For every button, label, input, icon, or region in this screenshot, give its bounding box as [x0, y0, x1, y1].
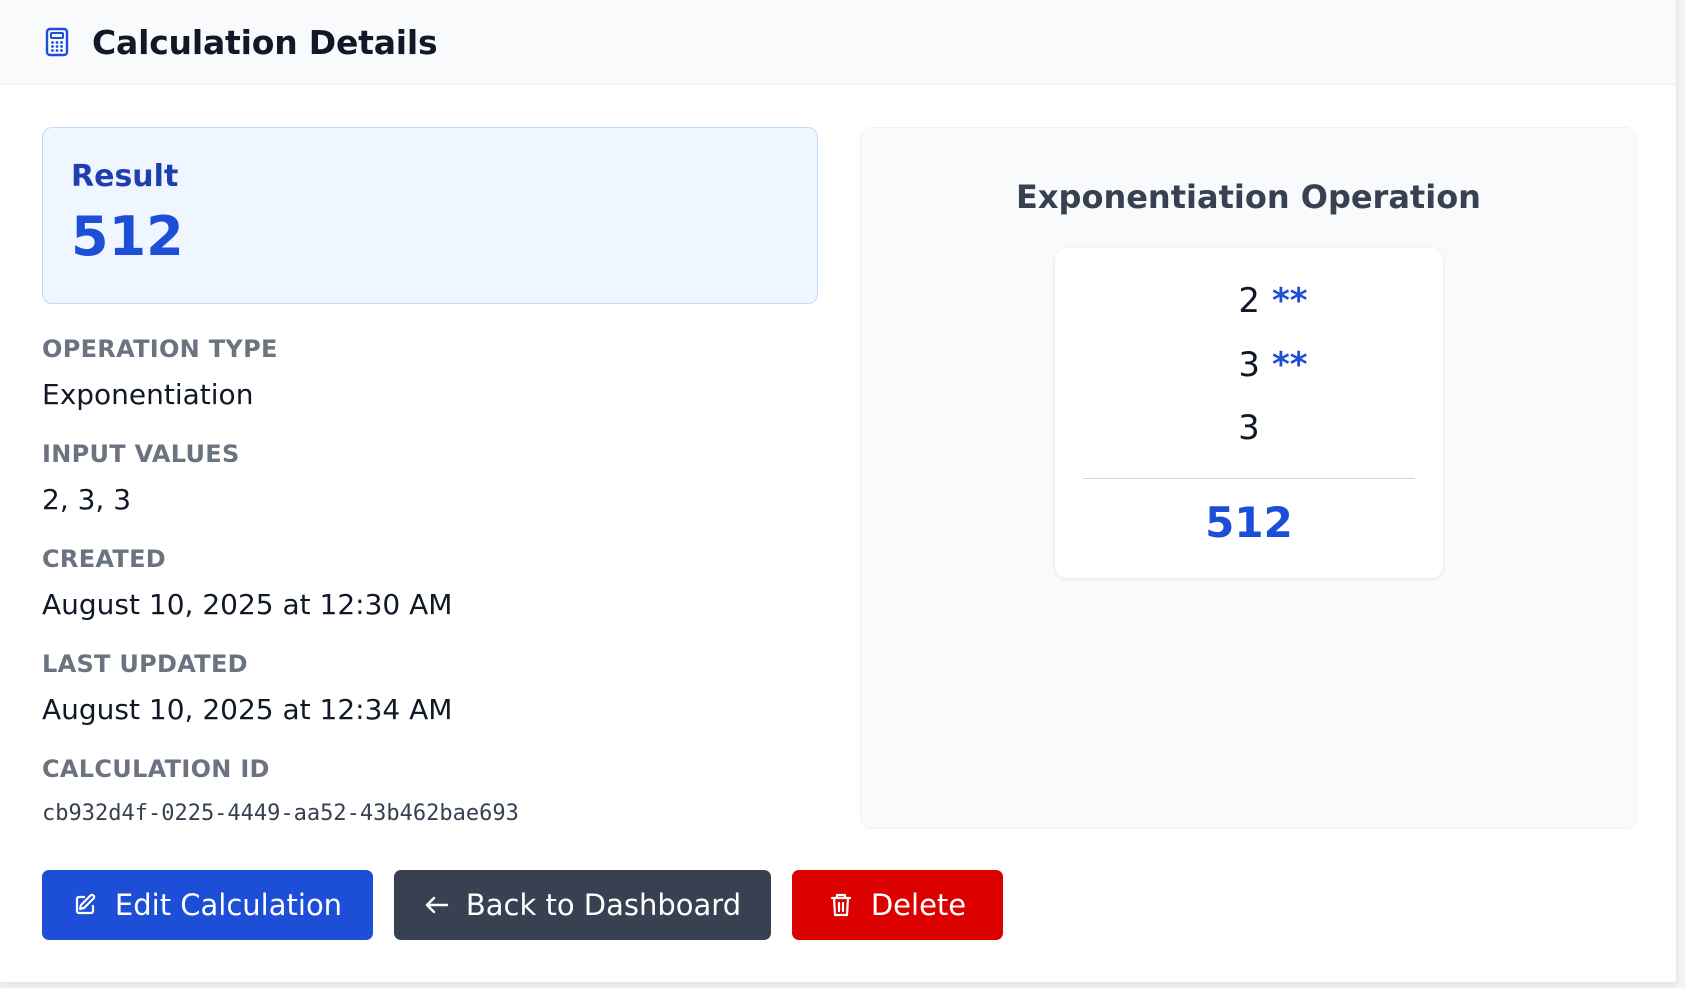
trash-icon	[829, 892, 855, 918]
operand-value: 3	[1238, 345, 1261, 385]
field-input-values: INPUT VALUES 2, 3, 3	[42, 442, 240, 514]
details-panel: Result 512 OPERATION TYPE Exponentiation…	[42, 127, 818, 825]
operand-row: 2 **	[1055, 284, 1443, 318]
operand-row: 3	[1055, 411, 1443, 445]
result-value: 512	[71, 205, 184, 268]
delete-button[interactable]: Delete	[792, 870, 1003, 940]
operation-result: 512	[1205, 498, 1293, 547]
field-label: CALCULATION ID	[42, 755, 270, 783]
calculation-id-value: cb932d4f-0225-4449-aa52-43b462bae693	[42, 801, 519, 826]
operation-visual: 2 ** 3 ** 3 512	[1055, 248, 1443, 578]
field-label: CREATED	[42, 545, 166, 573]
arrow-left-icon	[424, 892, 450, 918]
operation-panel: Exponentiation Operation 2 ** 3 ** 3 512	[860, 127, 1637, 829]
back-to-dashboard-label: Back to Dashboard	[465, 888, 742, 922]
operand-value: 2	[1238, 281, 1261, 321]
edit-icon	[73, 892, 99, 918]
calculation-details-card: Calculation Details Result 512 OPERATION…	[0, 0, 1677, 983]
calculator-icon	[44, 27, 74, 57]
operand-value: 3	[1238, 408, 1260, 448]
operator-symbol: **	[1272, 281, 1308, 321]
operator-symbol: **	[1272, 345, 1308, 385]
operand-row: 3 **	[1055, 348, 1443, 382]
delete-label: Delete	[870, 888, 967, 922]
operation-title: Exponentiation Operation	[1016, 178, 1481, 216]
field-created: CREATED August 10, 2025 at 12:30 AM	[42, 547, 452, 619]
back-to-dashboard-button[interactable]: Back to Dashboard	[394, 870, 771, 940]
edit-calculation-label: Edit Calculation	[114, 888, 343, 922]
field-label: OPERATION TYPE	[42, 335, 278, 363]
page-title: Calculation Details	[92, 22, 438, 62]
field-value: Exponentiation	[42, 378, 254, 411]
field-calculation-id: CALCULATION ID cb932d4f-0225-4449-aa52-4…	[42, 757, 519, 825]
field-value: 2, 3, 3	[42, 483, 132, 516]
result-label: Result	[71, 159, 179, 194]
field-last-updated: LAST UPDATED August 10, 2025 at 12:34 AM	[42, 652, 452, 724]
edit-calculation-button[interactable]: Edit Calculation	[42, 870, 373, 940]
field-value: August 10, 2025 at 12:34 AM	[42, 693, 453, 726]
result-box: Result 512	[42, 127, 818, 304]
field-operation-type: OPERATION TYPE Exponentiation	[42, 337, 278, 409]
field-value: August 10, 2025 at 12:30 AM	[42, 588, 453, 621]
operation-divider	[1083, 478, 1415, 479]
field-label: LAST UPDATED	[42, 650, 248, 678]
field-label: INPUT VALUES	[42, 440, 240, 468]
card-header: Calculation Details	[0, 0, 1676, 85]
